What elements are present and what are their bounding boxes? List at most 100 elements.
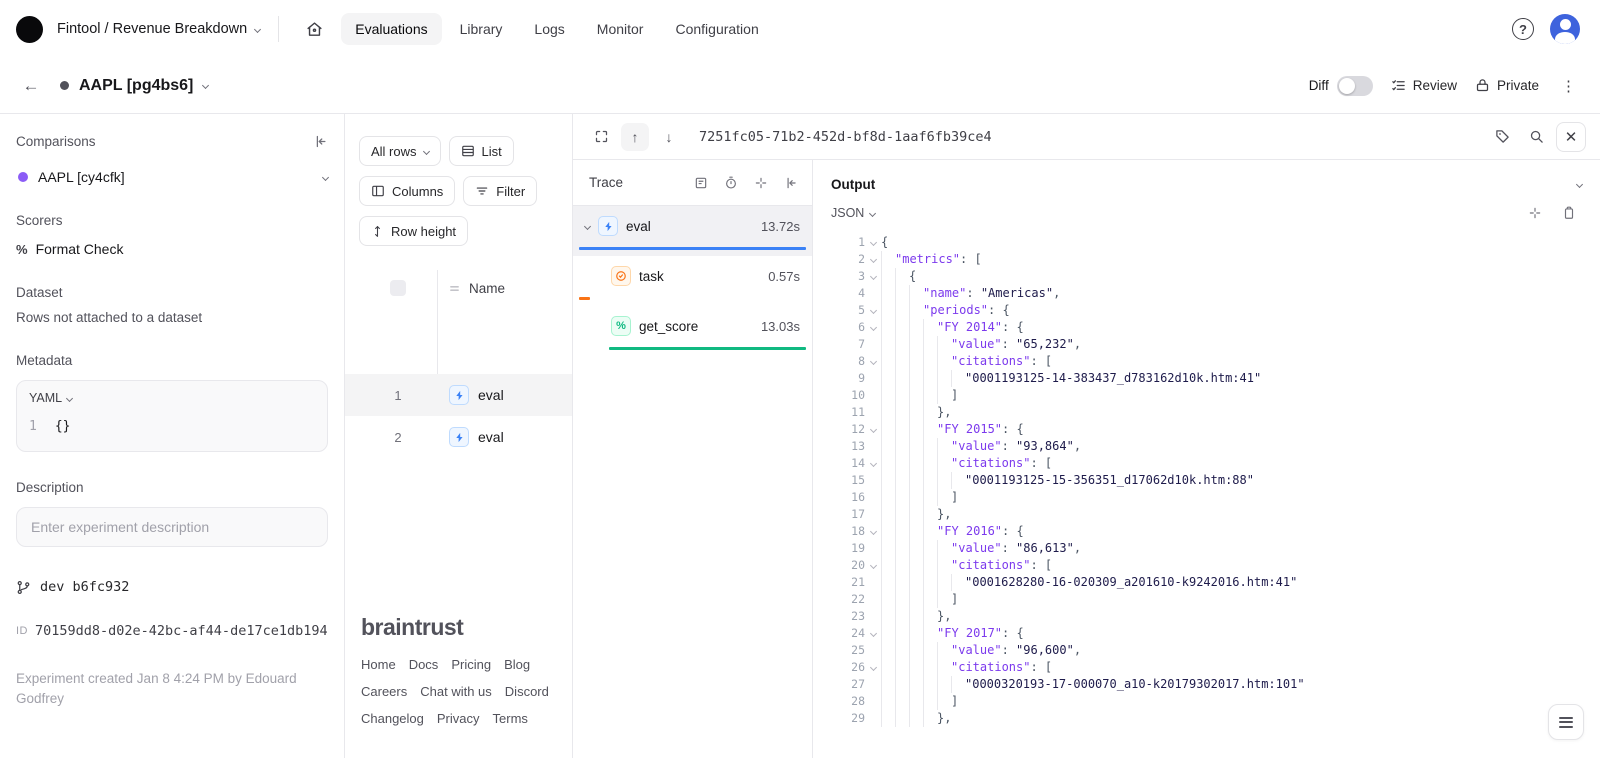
footer-link-terms[interactable]: Terms [493, 711, 528, 726]
fold-toggle[interactable] [865, 421, 881, 438]
indent-guide [909, 285, 923, 302]
fold-toggle[interactable] [865, 557, 881, 574]
fold-toggle[interactable] [865, 353, 881, 370]
table-row[interactable]: 2eval [345, 416, 572, 458]
timing-view-button[interactable] [718, 170, 744, 196]
trace-span-eval[interactable]: eval13.72s [573, 206, 812, 256]
description-input[interactable] [16, 507, 328, 547]
json-punct: : [ [960, 251, 982, 268]
footer-link-pricing[interactable]: Pricing [451, 657, 491, 672]
experiment-id[interactable]: 70159dd8-d02e-42bc-af44-de17ce1db194 [35, 623, 328, 639]
footer-link-docs[interactable]: Docs [409, 657, 439, 672]
tab-monitor[interactable]: Monitor [583, 13, 658, 45]
chevron-down-icon [869, 460, 876, 467]
indent-guide [881, 540, 895, 557]
fold-spacer [865, 608, 881, 625]
comparison-experiment[interactable]: AAPL [cy4cfk] [18, 169, 328, 185]
fold-toggle[interactable] [865, 625, 881, 642]
diff-toggle[interactable] [1337, 76, 1373, 96]
format-select[interactable]: JSON [831, 206, 875, 220]
select-all-checkbox[interactable] [390, 280, 406, 296]
fold-toggle[interactable] [865, 455, 881, 472]
fold-toggle[interactable] [865, 523, 881, 540]
tab-logs[interactable]: Logs [520, 13, 578, 45]
indent-guide [895, 608, 909, 625]
collapse-output-chevron[interactable] [1576, 180, 1583, 187]
indent-guide [895, 523, 909, 540]
experiment-switcher[interactable]: AAPL [pg4bs6] [60, 77, 208, 95]
project-switcher[interactable]: Fintool / Revenue Breakdown [57, 21, 260, 37]
json-key: "metrics" [895, 251, 960, 268]
fold-spacer [865, 574, 881, 591]
tab-evaluations[interactable]: Evaluations [341, 13, 441, 45]
json-key: "citations" [951, 455, 1030, 472]
notes-view-button[interactable] [688, 170, 714, 196]
indent-guide [881, 472, 895, 489]
indent-guide [923, 557, 937, 574]
filter-button[interactable]: Filter [463, 176, 537, 206]
avatar[interactable] [1550, 14, 1580, 44]
indent-guide [881, 421, 895, 438]
braintrust-logo[interactable] [16, 16, 43, 43]
footer-link-blog[interactable]: Blog [504, 657, 530, 672]
tab-configuration[interactable]: Configuration [661, 13, 772, 45]
trace-span-task[interactable]: task0.57s [573, 256, 812, 306]
fold-toggle[interactable] [865, 659, 881, 676]
row-navigator-button[interactable] [1548, 704, 1584, 740]
metadata-format-select[interactable]: YAML [29, 391, 315, 405]
table-rows: 1eval2eval [359, 374, 558, 458]
tab-library[interactable]: Library [446, 13, 517, 45]
collapse-trace-button[interactable] [778, 170, 804, 196]
comparison-dot [18, 172, 28, 182]
view-list-button[interactable]: List [449, 136, 514, 166]
fold-toggle[interactable] [865, 319, 881, 336]
scorer-item[interactable]: % Format Check [16, 241, 328, 257]
row-height-button[interactable]: Row height [359, 216, 468, 246]
back-button[interactable]: ← [16, 71, 46, 101]
line-number: 10 [831, 387, 865, 404]
chevron-down-icon[interactable] [584, 222, 591, 229]
columns-button[interactable]: Columns [359, 176, 455, 206]
line-number: 15 [831, 472, 865, 489]
json-punct: , [1074, 438, 1081, 455]
footer-link-chat-with-us[interactable]: Chat with us [420, 684, 492, 699]
next-row-button[interactable]: ↓ [655, 123, 683, 151]
collapse-sidebar-icon[interactable] [313, 134, 328, 149]
scorer-name: Format Check [36, 241, 124, 257]
footer-link-home[interactable]: Home [361, 657, 396, 672]
dataset-status: Rows not attached to a dataset [16, 310, 328, 325]
trace-span-get_score[interactable]: %get_score13.03s [573, 306, 812, 356]
fold-toggle[interactable] [865, 234, 881, 251]
center-view-button[interactable] [748, 170, 774, 196]
code-line: 28] [831, 693, 1600, 710]
table-row[interactable]: 1eval [345, 374, 572, 416]
git-branch-label[interactable]: dev b6fc932 [40, 579, 129, 595]
help-button[interactable]: ? [1512, 18, 1534, 40]
copy-json-button[interactable] [1556, 200, 1582, 226]
fold-toggle[interactable] [865, 302, 881, 319]
footer-link-discord[interactable]: Discord [505, 684, 549, 699]
home-icon [306, 21, 323, 38]
fold-toggle[interactable] [865, 251, 881, 268]
footer-link-careers[interactable]: Careers [361, 684, 407, 699]
home-button[interactable] [297, 12, 331, 46]
json-punct: ] [951, 591, 958, 608]
fold-toggle[interactable] [865, 268, 881, 285]
metadata-editor[interactable]: YAML 1 {} [16, 380, 328, 452]
json-viewer[interactable]: 1{2"metrics": [3{4"name": "Americas",5"p… [813, 228, 1600, 758]
footer-link-changelog[interactable]: Changelog [361, 711, 424, 726]
private-button[interactable]: Private [1475, 78, 1539, 93]
more-menu-button[interactable]: ⋮ [1557, 77, 1580, 95]
expand-row-button[interactable] [587, 123, 615, 151]
code-line: 19"value": "86,613", [831, 540, 1600, 557]
expand-json-button[interactable] [1522, 200, 1548, 226]
previous-row-button[interactable]: ↑ [621, 123, 649, 151]
close-panel-button[interactable]: ✕ [1556, 122, 1586, 152]
search-button[interactable] [1522, 123, 1550, 151]
footer-link-privacy[interactable]: Privacy [437, 711, 480, 726]
name-column-header[interactable]: Name [438, 281, 505, 296]
review-button[interactable]: Review [1391, 78, 1457, 93]
fold-spacer [865, 370, 881, 387]
rows-filter-button[interactable]: All rows [359, 136, 441, 166]
tag-button[interactable] [1488, 123, 1516, 151]
